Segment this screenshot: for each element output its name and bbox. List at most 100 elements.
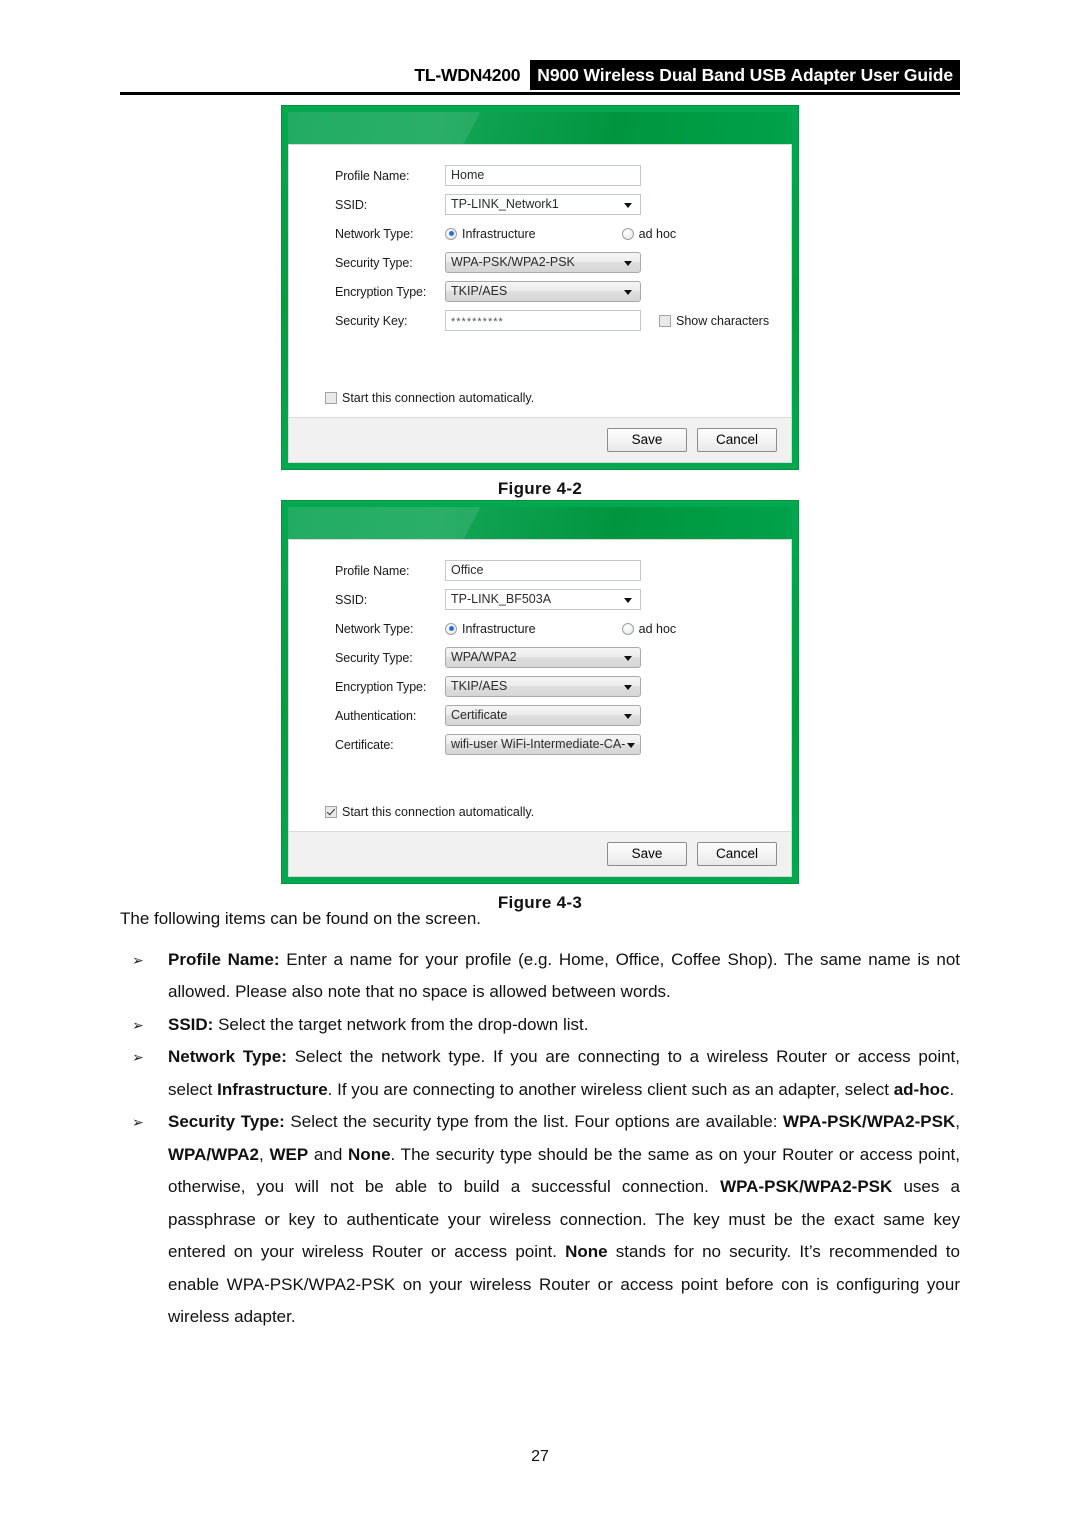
ssid-value-1: TP-LINK_Network1 [451, 197, 559, 211]
security-type-control-1: WPA-PSK/WPA2-PSK [445, 252, 641, 273]
encryption-type-dropdown-2[interactable]: TKIP/AES [445, 676, 641, 697]
profile-name-row-2: Profile Name: Office [289, 556, 791, 585]
bullet-security-type: ➢ Security Type: Select the security typ… [120, 1106, 960, 1334]
security-type-dropdown-2[interactable]: WPA/WPA2 [445, 647, 641, 668]
auto-start-checkbox-2[interactable] [325, 806, 337, 818]
bullet-term-ssid: SSID: [168, 1014, 214, 1034]
profile-name-label-1: Profile Name: [335, 168, 410, 183]
security-type-row-1: Security Type: WPA-PSK/WPA2-PSK [289, 248, 791, 277]
radio-infrastructure-1[interactable] [445, 227, 457, 240]
authentication-row-2: Authentication: Certificate [289, 701, 791, 730]
certificate-row-2: Certificate: wifi-user WiFi-Intermediate… [289, 730, 791, 759]
profile-name-input-1[interactable]: Home [445, 165, 641, 186]
figure-caption-4-2: Figure 4-2 [497, 479, 583, 498]
auto-start-label-2: Start this connection automatically. [342, 805, 535, 819]
bullet-bold-wpapsk-2: WPA-PSK/WPA2-PSK [720, 1177, 893, 1196]
ssid-control-1: TP-LINK_Network1 [445, 194, 641, 215]
bullet-bold-wpapsk-1: WPA-PSK/WPA2-PSK [783, 1112, 956, 1131]
certificate-dropdown-2[interactable]: wifi-user WiFi-Intermediate-CA- [445, 734, 641, 755]
security-type-value-1: WPA-PSK/WPA2-PSK [451, 255, 575, 269]
bullet-term-profile-name: Profile Name: [168, 949, 280, 969]
chevron-down-icon [624, 597, 632, 603]
figure-block-4-3: Profile Name: Office SSID: TP-LINK_BF503… [0, 500, 1080, 913]
authentication-label-2: Authentication: [335, 708, 417, 723]
ssid-dropdown-2[interactable]: TP-LINK_BF503A [445, 589, 641, 610]
encryption-type-dropdown-1[interactable]: TKIP/AES [445, 281, 641, 302]
show-characters-label-1: Show characters [676, 313, 770, 328]
bullet-term-network-type: Network Type: [168, 1047, 287, 1066]
radio-infrastructure-label-1: Infrastructure [462, 226, 536, 241]
bullet-text-security-3: , [258, 1144, 270, 1164]
auto-start-checkbox-1[interactable] [325, 392, 337, 404]
authentication-dropdown-2[interactable]: Certificate [445, 705, 641, 726]
ssid-dropdown-1[interactable]: TP-LINK_Network1 [445, 194, 641, 215]
bullet-network-type: ➢ Network Type: Select the network type.… [120, 1041, 960, 1106]
bullet-bold-adhoc: ad-hoc [893, 1079, 950, 1099]
encryption-type-label-2: Encryption Type: [335, 679, 427, 694]
bullet-profile-name: ➢ Profile Name: Enter a name for your pr… [120, 944, 960, 1009]
auto-start-checkbox-row-2[interactable]: Start this connection automatically. [289, 805, 791, 831]
encryption-type-value-2: TKIP/AES [451, 679, 508, 693]
auto-start-label-1: Start this connection automatically. [342, 391, 535, 405]
radio-adhoc-2[interactable] [621, 622, 634, 635]
bullet-text-security-4: and [308, 1144, 349, 1164]
cancel-button-1[interactable]: Cancel [697, 428, 777, 452]
chevron-down-icon [624, 202, 632, 208]
encryption-type-control-1: TKIP/AES [445, 281, 641, 302]
radio-adhoc-label-2: ad hoc [638, 621, 677, 636]
certificate-value-2: wifi-user WiFi-Intermediate-CA- [451, 737, 626, 751]
bullet-term-security-type: Security Type: [168, 1112, 285, 1131]
bullet-marker-icon: ➢ [132, 1016, 144, 1033]
bullet-ssid: ➢ SSID: Select the target network from t… [120, 1009, 960, 1042]
ssid-control-2: TP-LINK_BF503A [445, 589, 641, 610]
profile-dialog-wrapper-1: Profile Name: Home SSID: TP-LINK_Network… [281, 105, 799, 499]
dialog-body-1: Profile Name: Home SSID: TP-LINK_Network… [288, 144, 792, 417]
network-type-radio-group-1: Infrastructure ad hoc [445, 227, 676, 241]
auto-start-checkbox-row-1[interactable]: Start this connection automatically. [289, 391, 791, 417]
security-key-label-1: Security Key: [335, 313, 408, 328]
radio-adhoc-1[interactable] [621, 227, 634, 240]
chevron-down-icon [624, 260, 632, 266]
body-content: The following items can be found on the … [120, 903, 960, 1334]
show-characters-checkbox-1[interactable] [659, 314, 671, 327]
profile-dialog-wrapper-2: Profile Name: Office SSID: TP-LINK_BF503… [281, 500, 799, 913]
profile-name-control-2: Office [445, 560, 641, 581]
header-row: TL-WDN4200 N900 Wireless Dual Band USB A… [120, 60, 960, 90]
profile-dialog-2: Profile Name: Office SSID: TP-LINK_BF503… [281, 500, 799, 884]
profile-name-label-2: Profile Name: [335, 563, 410, 578]
ssid-row-1: SSID: TP-LINK_Network1 [289, 190, 791, 219]
chevron-down-icon [624, 684, 632, 690]
bullet-marker-icon: ➢ [132, 1049, 144, 1065]
profile-name-input-2[interactable]: Office [445, 560, 641, 581]
ssid-value-2: TP-LINK_BF503A [451, 592, 552, 606]
encryption-type-label-1: Encryption Type: [335, 284, 427, 299]
security-type-dropdown-1[interactable]: WPA-PSK/WPA2-PSK [445, 252, 641, 273]
bullet-text-security-2: , [955, 1112, 960, 1131]
encryption-type-row-2: Encryption Type: TKIP/AES [289, 672, 791, 701]
network-type-row-2: Network Type: Infrastructure ad hoc [289, 614, 791, 643]
network-type-row-1: Network Type: Infrastructure ad hoc [289, 219, 791, 248]
show-characters-checkbox-row-1[interactable]: Show characters [659, 314, 769, 328]
radio-infrastructure-2[interactable] [445, 622, 457, 635]
security-type-control-2: WPA/WPA2 [445, 647, 641, 668]
profile-dialog-1: Profile Name: Home SSID: TP-LINK_Network… [281, 105, 799, 470]
bullet-bold-none-1: None [348, 1144, 391, 1164]
header-model-name: TL-WDN4200 [414, 65, 521, 85]
network-type-radio-group-2: Infrastructure ad hoc [445, 622, 676, 636]
cancel-button-2[interactable]: Cancel [697, 842, 777, 866]
encryption-type-value-1: TKIP/AES [451, 284, 508, 298]
dialog-titlebar-1 [288, 112, 792, 144]
security-key-input-1[interactable]: ********** [445, 310, 641, 331]
network-type-label-2: Network Type: [335, 621, 414, 636]
dialog-body-2: Profile Name: Office SSID: TP-LINK_BF503… [288, 539, 792, 831]
dialog-titlebar-2 [288, 507, 792, 539]
profile-name-control-1: Home [445, 165, 641, 186]
authentication-value-2: Certificate [451, 708, 508, 722]
bullet-text-security-1: Select the security type from the list. … [284, 1112, 784, 1131]
save-button-2[interactable]: Save [607, 842, 687, 866]
security-key-row-1: Security Key: ********** Show characters [289, 306, 791, 335]
bullet-text-profile-name: Enter a name for your profile (e.g. Home… [168, 949, 960, 1002]
network-type-label-1: Network Type: [335, 226, 414, 241]
bullet-marker-icon: ➢ [132, 951, 144, 968]
save-button-1[interactable]: Save [607, 428, 687, 452]
